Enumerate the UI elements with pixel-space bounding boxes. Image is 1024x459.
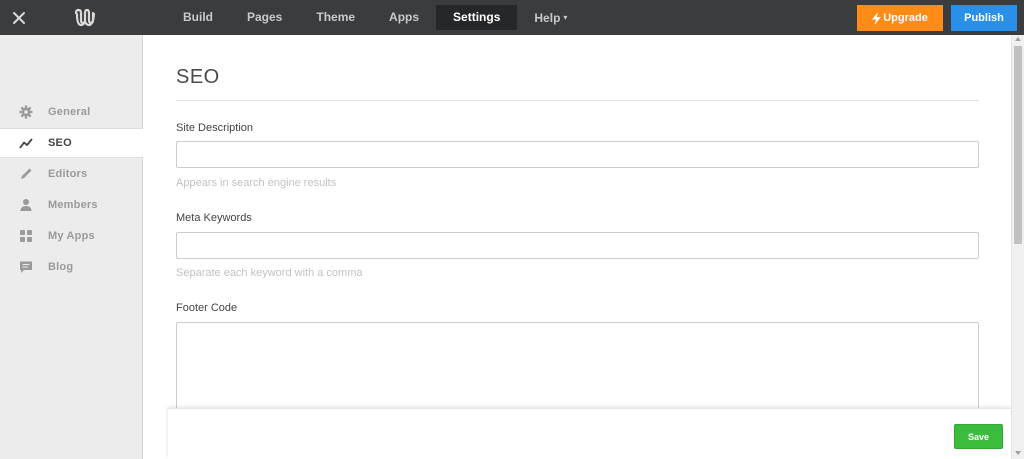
top-bar: Build Pages Theme Apps Settings Help ▾ Up… bbox=[0, 0, 1024, 35]
sidebar-item-editors[interactable]: Editors bbox=[0, 159, 143, 189]
page-scrollbar[interactable] bbox=[1011, 35, 1024, 459]
site-description-help: Appears in search engine results bbox=[176, 177, 337, 189]
sidebar-item-blog[interactable]: Blog bbox=[0, 252, 143, 282]
settings-sidebar: General SEO Editors Members My Apps Blog bbox=[0, 35, 143, 459]
gear-icon bbox=[19, 105, 33, 119]
scroll-down-arrow-icon[interactable] bbox=[1015, 451, 1021, 455]
lightning-icon bbox=[872, 11, 882, 25]
sidebar-item-my-apps[interactable]: My Apps bbox=[0, 221, 143, 251]
upgrade-button[interactable]: Upgrade bbox=[857, 5, 943, 31]
sidebar-item-members[interactable]: Members bbox=[0, 190, 143, 220]
meta-keywords-help: Separate each keyword with a comma bbox=[176, 267, 363, 279]
save-label: Save bbox=[967, 431, 990, 442]
publish-button[interactable]: Publish bbox=[951, 5, 1017, 31]
scroll-up-arrow-icon[interactable] bbox=[1015, 37, 1021, 41]
publish-label: Publish bbox=[964, 12, 1004, 24]
scroll-thumb[interactable] bbox=[1014, 46, 1022, 244]
grid-icon bbox=[19, 229, 33, 243]
nav-label: Theme bbox=[316, 10, 356, 24]
seo-settings-panel: SEO Site Description Appears in search e… bbox=[143, 35, 1011, 459]
nav-theme[interactable]: Theme bbox=[299, 5, 372, 30]
trend-line-icon bbox=[19, 136, 33, 150]
sidebar-item-label: General bbox=[48, 106, 91, 118]
save-button[interactable]: Save bbox=[954, 424, 1003, 449]
nav-label: Build bbox=[183, 10, 213, 24]
nav-help[interactable]: Help ▾ bbox=[517, 5, 584, 30]
nav-build[interactable]: Build bbox=[166, 5, 230, 30]
nav-label: Settings bbox=[453, 10, 501, 24]
page-title: SEO bbox=[176, 66, 220, 88]
title-divider bbox=[176, 100, 979, 101]
nav-label: Help bbox=[534, 11, 561, 25]
nav-settings[interactable]: Settings bbox=[436, 5, 518, 30]
meta-keywords-input[interactable] bbox=[176, 232, 979, 259]
main-nav: Build Pages Theme Apps Settings Help ▾ bbox=[166, 5, 584, 30]
sidebar-item-label: My Apps bbox=[48, 230, 95, 242]
sidebar-item-label: Editors bbox=[48, 168, 88, 180]
save-bar: Save bbox=[168, 408, 1011, 459]
nav-apps[interactable]: Apps bbox=[372, 5, 436, 30]
sidebar-item-label: SEO bbox=[48, 137, 72, 149]
weebly-logo-icon[interactable] bbox=[74, 8, 96, 28]
nav-pages[interactable]: Pages bbox=[230, 5, 299, 30]
pencil-icon bbox=[19, 167, 33, 181]
site-description-input[interactable] bbox=[176, 141, 979, 168]
footer-code-label: Footer Code bbox=[176, 302, 238, 314]
sidebar-item-general[interactable]: General bbox=[0, 97, 143, 127]
comment-icon bbox=[19, 260, 33, 274]
sidebar-item-label: Blog bbox=[48, 261, 74, 273]
person-icon bbox=[19, 198, 33, 212]
chevron-down-icon: ▾ bbox=[563, 13, 568, 22]
nav-label: Apps bbox=[389, 10, 420, 24]
close-icon[interactable] bbox=[10, 9, 28, 27]
upgrade-label: Upgrade bbox=[883, 12, 928, 24]
sidebar-item-seo[interactable]: SEO bbox=[0, 128, 143, 158]
nav-label: Pages bbox=[247, 10, 283, 24]
site-description-label: Site Description bbox=[176, 122, 254, 134]
sidebar-item-label: Members bbox=[48, 199, 98, 211]
meta-keywords-label: Meta Keywords bbox=[176, 212, 252, 224]
